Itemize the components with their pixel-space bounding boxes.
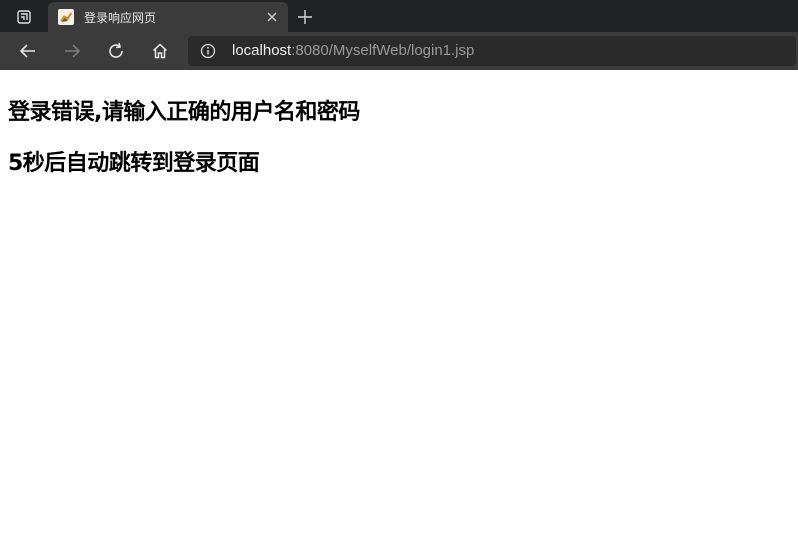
plus-icon bbox=[298, 10, 312, 24]
tomcat-favicon-icon bbox=[58, 9, 74, 25]
url-host: localhost bbox=[232, 42, 292, 59]
redirect-message: 5秒后自动跳转到登录页面 bbox=[8, 151, 260, 176]
page-content: 登录错误,请输入正确的用户名和密码 5秒后自动跳转到登录页面 bbox=[0, 70, 798, 534]
new-tab-button[interactable] bbox=[294, 6, 316, 28]
reload-icon bbox=[109, 42, 123, 58]
forward-button[interactable] bbox=[60, 39, 84, 63]
info-icon bbox=[200, 43, 216, 59]
close-icon bbox=[267, 12, 277, 22]
home-icon bbox=[152, 43, 168, 59]
reload-button[interactable] bbox=[104, 39, 128, 63]
browser-toolbar: localhost:8080/MyselfWeb/login1.jsp bbox=[0, 32, 798, 70]
error-message: 登录错误,请输入正确的用户名和密码 bbox=[8, 100, 360, 125]
tab-actions-icon bbox=[17, 10, 31, 24]
tab-strip: 登录响应网页 bbox=[0, 0, 798, 32]
back-button[interactable] bbox=[16, 39, 40, 63]
tab-actions-button[interactable] bbox=[8, 6, 40, 28]
tab-title: 登录响应网页 bbox=[84, 11, 157, 25]
site-info-button[interactable] bbox=[200, 43, 216, 59]
tab-active[interactable]: 登录响应网页 bbox=[48, 2, 288, 32]
url-text[interactable]: localhost:8080/MyselfWeb/login1.jsp bbox=[232, 42, 474, 59]
tab-close-button[interactable] bbox=[264, 9, 280, 25]
home-button[interactable] bbox=[148, 39, 172, 63]
arrow-right-icon bbox=[65, 44, 81, 58]
arrow-left-icon bbox=[19, 44, 35, 58]
url-path: :8080/MyselfWeb/login1.jsp bbox=[291, 42, 475, 59]
address-bar[interactable]: localhost:8080/MyselfWeb/login1.jsp bbox=[188, 36, 796, 66]
